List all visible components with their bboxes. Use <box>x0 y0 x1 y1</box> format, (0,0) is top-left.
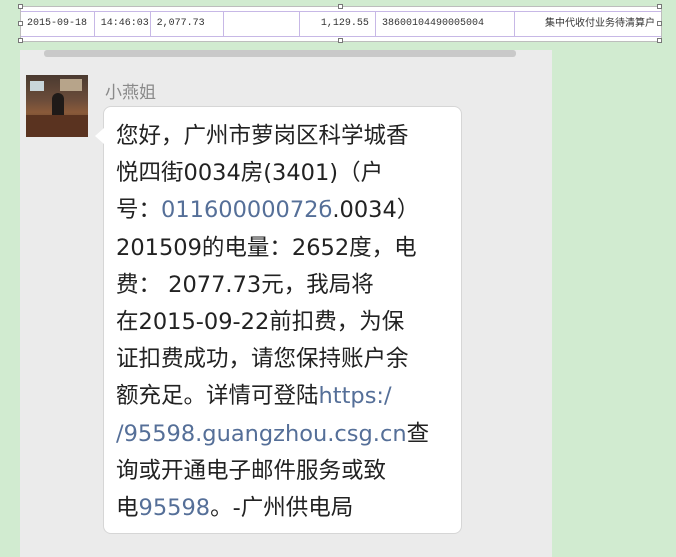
cell-date[interactable]: 2015-09-18 <box>21 12 95 36</box>
cell-amount-2[interactable]: 1,129.55 <box>300 12 376 36</box>
message-line: 额充足。详情可登陆https:/ <box>116 383 392 410</box>
message-line: /95598.guangzhou.csg.cn查 <box>116 420 430 447</box>
resize-handle[interactable] <box>338 38 343 43</box>
message-text: 您好，广州市萝岗区科学城香 悦四街0034房(3401)（户 号：0116000… <box>116 118 456 527</box>
message-line: 号：01160000072б.0034） <box>116 197 420 224</box>
bubble-tail <box>95 128 104 144</box>
sender-name: 小燕姐 <box>105 83 156 103</box>
resize-handle[interactable] <box>657 21 662 26</box>
message-line: 在2015-09-22前扣费，为保 <box>116 309 405 336</box>
url-link[interactable]: /95598.guangzhou.csg.cn <box>116 421 407 447</box>
url-link[interactable]: https:/ <box>319 383 392 409</box>
background-area <box>552 50 676 557</box>
message-line: 证扣费成功，请您保持账户余 <box>116 346 409 373</box>
phone-link[interactable]: 95598 <box>139 495 211 521</box>
resize-handle[interactable] <box>657 38 662 43</box>
avatar[interactable] <box>26 75 88 137</box>
cell-time[interactable]: 14:46:03 <box>95 12 151 36</box>
resize-handle[interactable] <box>338 4 343 9</box>
table-row[interactable]: 2015-09-18 14:46:03 2,077.73 1,129.55 38… <box>21 11 661 37</box>
scrollbar[interactable] <box>44 50 516 57</box>
resize-handle[interactable] <box>18 4 23 9</box>
message-line: 电95598。-广州供电局 <box>116 495 354 522</box>
account-number-link[interactable]: 01160000072б <box>161 197 332 223</box>
message-line: 询或开通电子邮件服务或致 <box>116 457 387 484</box>
message-line: 费： 2077.73元，我局将 <box>116 271 374 298</box>
cell-account[interactable]: 38600104490005004 <box>376 12 516 36</box>
message-line: 悦四街0034房(3401)（户 <box>116 160 384 187</box>
resize-handle[interactable] <box>18 21 23 26</box>
cell-description[interactable]: 集中代收付业务待清算户 <box>515 12 661 36</box>
resize-handle[interactable] <box>18 38 23 43</box>
spreadsheet-row-strip: 2015-09-18 14:46:03 2,077.73 1,129.55 38… <box>20 6 662 42</box>
message-line: 您好，广州市萝岗区科学城香 <box>116 123 409 149</box>
cell-amount[interactable]: 2,077.73 <box>151 12 225 36</box>
message-line: 201509的电量：2652度，电 <box>116 234 417 261</box>
cell-empty[interactable] <box>224 12 301 36</box>
resize-handle[interactable] <box>657 4 662 9</box>
